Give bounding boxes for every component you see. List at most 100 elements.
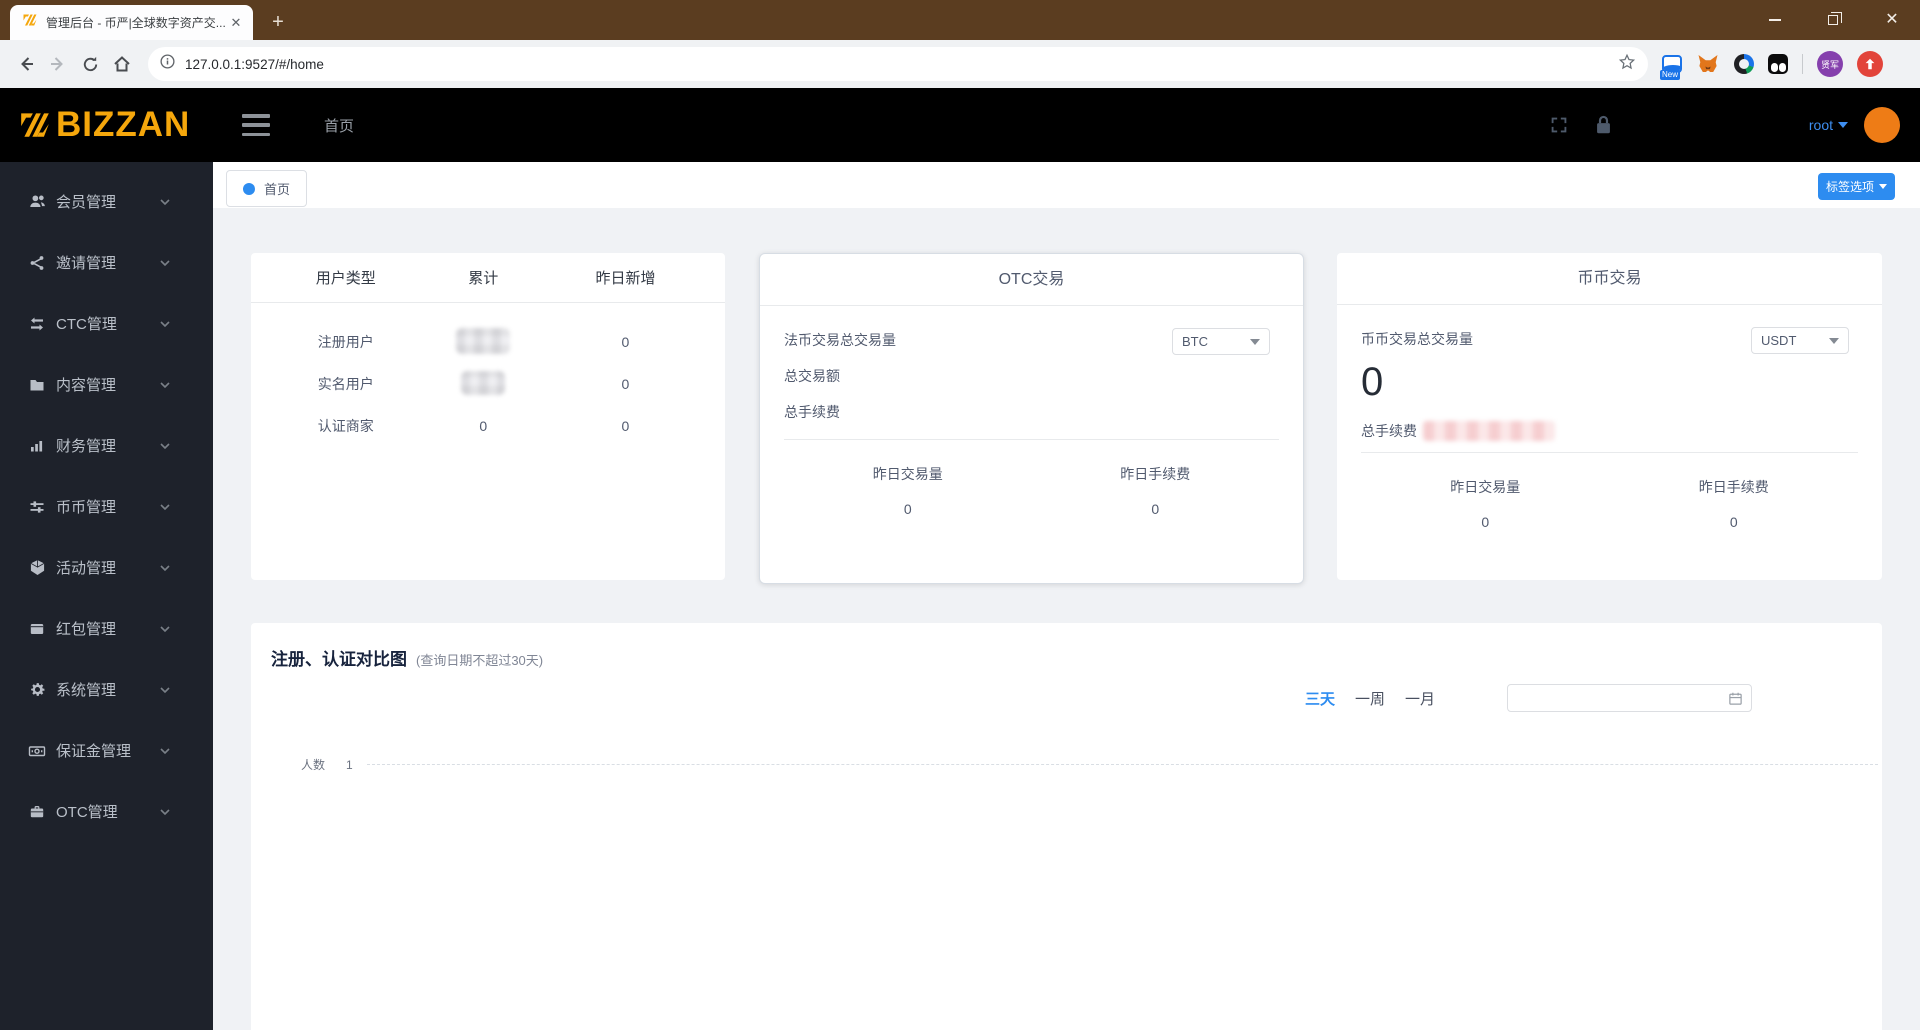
user-dropdown-caret-icon[interactable] bbox=[1838, 122, 1848, 128]
sidebar-item-activities[interactable]: 活动管理 bbox=[0, 537, 213, 598]
logo-text: BIZZAN bbox=[56, 105, 191, 144]
table-row: 注册用户 0 bbox=[251, 321, 725, 363]
reload-icon[interactable] bbox=[76, 50, 104, 78]
chevron-down-icon bbox=[158, 683, 172, 702]
yesterday-fee-col: 昨日手续费 0 bbox=[1120, 466, 1191, 517]
table-row: 实名用户 0 bbox=[251, 363, 725, 405]
fullscreen-icon[interactable] bbox=[1548, 114, 1570, 136]
wallet-icon bbox=[28, 620, 46, 638]
date-range-input[interactable] bbox=[1507, 684, 1752, 712]
sidebar-item-invites[interactable]: 邀请管理 bbox=[0, 232, 213, 293]
range-3days-link[interactable]: 三天 bbox=[1305, 688, 1335, 709]
sidebar: 会员管理 邀请管理 CTC管理 内容管理 财务管理 币币管理 活动管理 红包管理… bbox=[0, 162, 213, 1030]
user-dropdown[interactable]: root bbox=[1809, 117, 1833, 133]
calendar-icon bbox=[1729, 692, 1742, 705]
chevron-down-icon bbox=[158, 744, 172, 763]
chevron-down-icon bbox=[158, 622, 172, 641]
favicon-bizzan-icon bbox=[22, 12, 38, 33]
sidebar-item-redpacket[interactable]: 红包管理 bbox=[0, 598, 213, 659]
sidebar-item-system[interactable]: 系统管理 bbox=[0, 659, 213, 720]
y-axis-label: 人数 bbox=[301, 758, 326, 772]
site-info-icon[interactable] bbox=[160, 54, 175, 74]
banknote-icon bbox=[28, 742, 46, 760]
stats-table-body: 注册用户 0 实名用户 0 认证商家 0 0 bbox=[251, 303, 725, 447]
coin-card-title: 币币交易 bbox=[1337, 253, 1882, 305]
sidebar-item-otc[interactable]: OTC管理 bbox=[0, 781, 213, 842]
gear-icon bbox=[28, 681, 46, 699]
browser-tab[interactable]: 管理后台 - 币严|全球数字资产交... ✕ bbox=[10, 5, 253, 40]
yesterday-volume-col: 昨日交易量 0 bbox=[1450, 479, 1521, 530]
extension-dark-icon[interactable] bbox=[1768, 54, 1788, 74]
share-icon bbox=[28, 254, 46, 272]
tag-options-button[interactable]: 标签选项 bbox=[1817, 173, 1895, 200]
extension-ring-icon[interactable] bbox=[1734, 54, 1754, 74]
range-1month-link[interactable]: 一月 bbox=[1405, 688, 1435, 709]
coin-card-body: 币币交易总交易量 USDT 0 总手续费 昨日交易量 0 昨日手续费 0 bbox=[1337, 305, 1882, 530]
lock-icon[interactable] bbox=[1594, 114, 1613, 136]
bizzan-logo-icon bbox=[21, 113, 49, 137]
total-fee-label: 总手续费 bbox=[784, 404, 840, 420]
coin-yesterday-stats: 昨日交易量 0 昨日手续费 0 bbox=[1361, 477, 1858, 530]
grid-line bbox=[366, 764, 1878, 765]
censored-value bbox=[441, 370, 526, 398]
screen: 管理后台 - 币严|全球数字资产交... ✕ + ✕ 127.0.0.1:952… bbox=[0, 0, 1920, 1030]
select-caret-icon bbox=[1829, 337, 1839, 344]
sidebar-item-finance[interactable]: 财务管理 bbox=[0, 415, 213, 476]
chart-axis-row: 人数 1 bbox=[301, 756, 1878, 773]
divider bbox=[1361, 452, 1858, 453]
chevron-down-icon bbox=[158, 378, 172, 397]
folder-icon bbox=[28, 376, 46, 394]
caret-down-icon bbox=[1879, 184, 1887, 189]
coin-fee-row: 总手续费 bbox=[1361, 419, 1858, 443]
select-caret-icon bbox=[1250, 338, 1260, 345]
chevron-down-icon bbox=[158, 500, 172, 519]
sidebar-toggle-hamburger-icon[interactable] bbox=[242, 114, 270, 136]
bookmark-star-icon[interactable] bbox=[1618, 53, 1636, 76]
window-minimize-button[interactable] bbox=[1752, 0, 1798, 40]
users-icon bbox=[28, 193, 46, 211]
otc-currency-select[interactable]: BTC bbox=[1172, 328, 1270, 355]
browser-toolbar: 127.0.0.1:9527/#/home New 贤军 bbox=[0, 40, 1920, 88]
url-bar[interactable]: 127.0.0.1:9527/#/home bbox=[148, 47, 1648, 81]
coin-currency-select[interactable]: USDT bbox=[1751, 327, 1849, 354]
home-icon[interactable] bbox=[108, 50, 136, 78]
col-user-type: 用户类型 bbox=[315, 270, 376, 287]
chevron-down-icon bbox=[158, 256, 172, 275]
user-avatar[interactable] bbox=[1864, 107, 1900, 143]
chart-title: 注册、认证对比图 bbox=[271, 650, 407, 669]
sidebar-item-ctc[interactable]: CTC管理 bbox=[0, 293, 213, 354]
window-close-button[interactable]: ✕ bbox=[1869, 0, 1915, 40]
sidebar-item-members[interactable]: 会员管理 bbox=[0, 171, 213, 232]
chart-card: 注册、认证对比图 (查询日期不超过30天) 三天 一周 一月 人数 1 bbox=[251, 623, 1882, 1030]
user-stats-card: 用户类型 累计 昨日新增 注册用户 0 实名用户 0 认证商家 0 0 bbox=[251, 253, 725, 580]
header-nav-home[interactable]: 首页 bbox=[324, 115, 354, 136]
extension-new-icon[interactable]: New bbox=[1660, 55, 1682, 80]
main-area: 首页 标签选项 用户类型 累计 昨日新增 注册用户 0 实名用户 0 认证商家 … bbox=[213, 162, 1920, 1030]
chevron-down-icon bbox=[158, 317, 172, 336]
new-tab-button[interactable]: + bbox=[266, 11, 290, 35]
censored-value bbox=[1423, 421, 1555, 441]
forward-icon[interactable] bbox=[44, 50, 72, 78]
bizzan-logo: BIZZAN bbox=[18, 105, 214, 145]
tab-close-icon[interactable]: ✕ bbox=[227, 14, 245, 32]
sidebar-item-content[interactable]: 内容管理 bbox=[0, 354, 213, 415]
extension-red-arrow-icon[interactable] bbox=[1857, 51, 1883, 77]
chevron-down-icon bbox=[158, 561, 172, 580]
coin-volume-value: 0 bbox=[1361, 360, 1384, 404]
cube-icon bbox=[28, 559, 46, 577]
browser-titlebar: 管理后台 - 币严|全球数字资产交... ✕ + ✕ bbox=[0, 0, 1920, 40]
y-axis-tick: 1 bbox=[346, 757, 353, 772]
tag-dot-icon bbox=[243, 182, 255, 195]
range-1week-link[interactable]: 一周 bbox=[1355, 688, 1385, 709]
sidebar-item-coin-trade[interactable]: 币币管理 bbox=[0, 476, 213, 537]
metamask-fox-icon[interactable] bbox=[1696, 52, 1720, 76]
sidebar-item-margin[interactable]: 保证金管理 bbox=[0, 720, 213, 781]
total-amount-label: 总交易额 bbox=[784, 368, 840, 384]
window-restore-button[interactable] bbox=[1810, 0, 1856, 40]
breadcrumb-tag-home[interactable]: 首页 bbox=[226, 170, 308, 207]
briefcase-icon bbox=[28, 803, 46, 821]
coin-trade-card: 币币交易 币币交易总交易量 USDT 0 总手续费 昨日交易量 0 昨日手续费 … bbox=[1337, 253, 1882, 580]
browser-profile-avatar[interactable]: 贤军 bbox=[1817, 51, 1843, 77]
col-new-yesterday: 昨日新增 bbox=[595, 270, 656, 287]
back-icon[interactable] bbox=[12, 50, 40, 78]
